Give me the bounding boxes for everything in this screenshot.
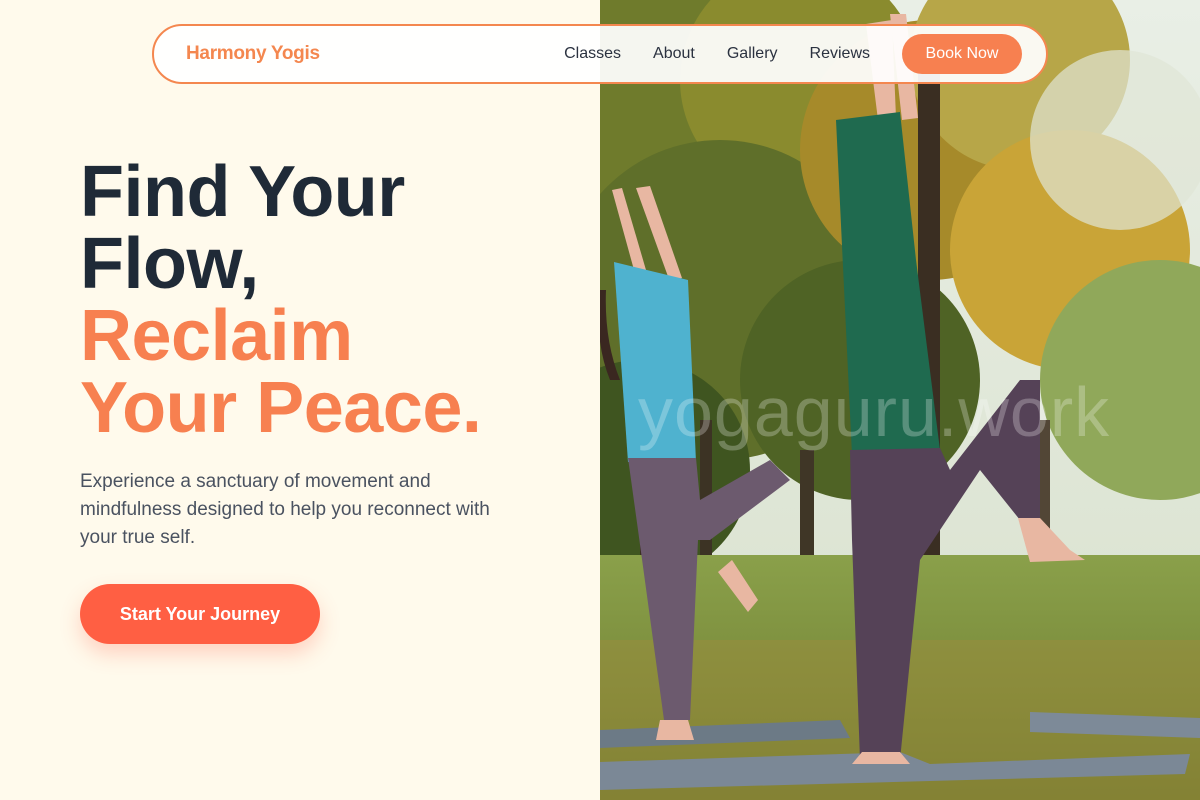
nav-link-classes[interactable]: Classes — [564, 45, 621, 63]
hero-headline: Find Your Flow, Reclaim Your Peace. — [80, 156, 580, 444]
headline-line-1: Find Your — [80, 152, 405, 232]
headline-line-2: Flow, — [80, 224, 259, 304]
nav-link-reviews[interactable]: Reviews — [810, 45, 870, 63]
watermark-text: yogaguru.work — [638, 373, 1111, 451]
book-now-button[interactable]: Book Now — [902, 34, 1022, 74]
hero-subtext: Experience a sanctuary of movement and m… — [80, 471, 490, 548]
hero-photo: yogaguru.work — [600, 0, 1200, 800]
brand-logo[interactable]: Harmony Yogis — [186, 43, 320, 65]
headline-accent-line-1: Reclaim — [80, 296, 353, 376]
nav-link-about[interactable]: About — [653, 45, 695, 63]
headline-accent-line-2: Your Peace. — [80, 368, 482, 448]
nav-link-gallery[interactable]: Gallery — [727, 45, 778, 63]
navbar: Harmony Yogis Classes About Gallery Revi… — [152, 24, 1048, 84]
nav-links: Classes About Gallery Reviews Book Now — [564, 34, 1022, 74]
start-journey-button[interactable]: Start Your Journey — [80, 584, 320, 644]
